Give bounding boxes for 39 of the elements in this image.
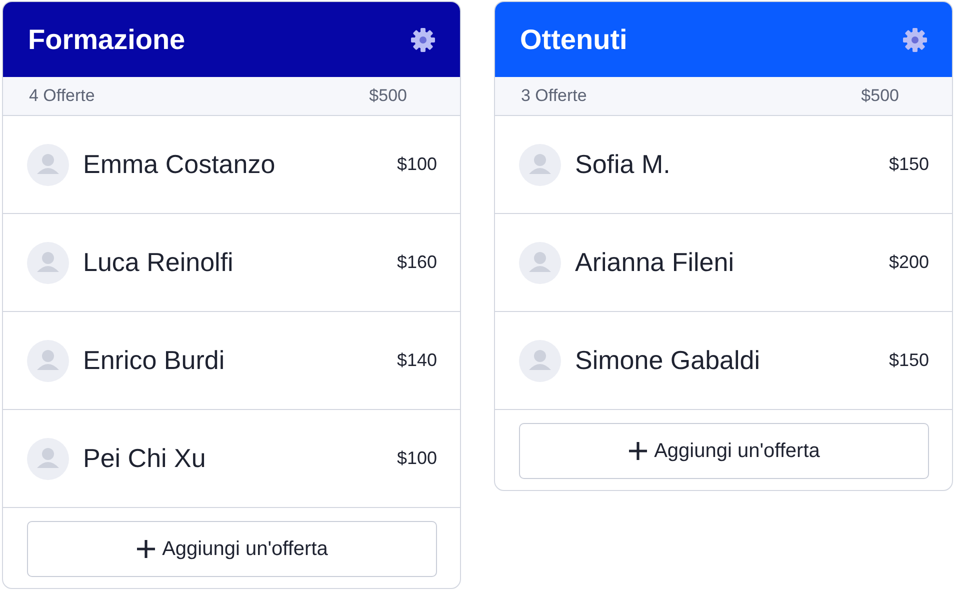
offer-amount: $200 <box>888 252 929 273</box>
person-name: Simone Gabaldi <box>575 345 761 376</box>
offer-row[interactable]: Emma Costanzo $100 <box>3 116 460 214</box>
offer-amount: $100 <box>396 448 437 469</box>
add-offer-button[interactable]: Aggiungi un'offerta <box>519 423 929 479</box>
avatar-icon <box>519 144 561 186</box>
offer-count: 3 Offerte <box>521 86 587 106</box>
settings-icon[interactable] <box>410 26 436 52</box>
add-offer-button[interactable]: Aggiungi un'offerta <box>27 521 437 577</box>
offer-count: 4 Offerte <box>29 86 95 106</box>
column-title: Formazione <box>28 24 186 56</box>
offer-amount: $150 <box>888 350 929 371</box>
offer-row[interactable]: Enrico Burdi $140 <box>3 312 460 410</box>
plus-icon <box>628 441 648 461</box>
person-name: Sofia M. <box>575 149 672 180</box>
avatar-icon <box>27 438 69 480</box>
offer-row[interactable]: Simone Gabaldi $150 <box>495 312 952 410</box>
offer-row[interactable]: Luca Reinolfi $160 <box>3 214 460 312</box>
person-name: Emma Costanzo <box>83 149 276 180</box>
offer-row[interactable]: Arianna Fileni $200 <box>495 214 952 312</box>
total-amount: $500 <box>861 86 899 106</box>
total-amount: $500 <box>369 86 407 106</box>
offer-amount: $160 <box>396 252 437 273</box>
avatar-icon <box>519 242 561 284</box>
avatar-icon <box>27 340 69 382</box>
offer-amount: $140 <box>396 350 437 371</box>
offer-amount: $100 <box>396 154 437 175</box>
person-name: Arianna Fileni <box>575 247 735 278</box>
avatar-icon <box>27 242 69 284</box>
offer-row[interactable]: Pei Chi Xu $100 <box>3 410 460 508</box>
person-name: Luca Reinolfi <box>83 247 234 278</box>
avatar-icon <box>27 144 69 186</box>
avatar-icon <box>519 340 561 382</box>
plus-icon <box>136 539 156 559</box>
offer-row[interactable]: Sofia M. $150 <box>495 116 952 214</box>
person-name: Enrico Burdi <box>83 345 226 376</box>
offer-amount: $150 <box>888 154 929 175</box>
person-name: Pei Chi Xu <box>83 443 207 474</box>
column-title: Ottenuti <box>520 24 628 56</box>
